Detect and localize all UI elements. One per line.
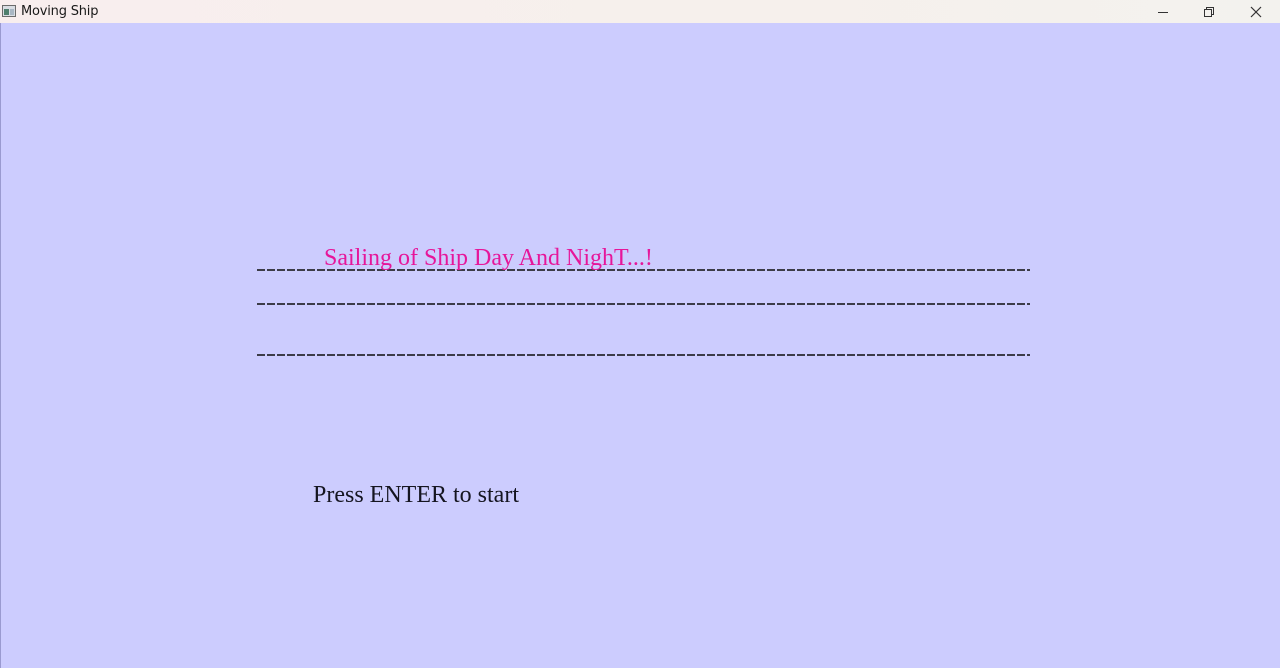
window-title: Moving Ship — [21, 4, 99, 19]
start-prompt: Press ENTER to start — [313, 482, 519, 508]
minimize-button[interactable] — [1140, 0, 1186, 23]
game-canvas[interactable]: Sailing of Ship Day And NighT...! Press … — [0, 23, 1280, 668]
title-bar[interactable]: Moving Ship — [0, 0, 1280, 23]
app-window-icon — [2, 5, 16, 17]
close-icon — [1250, 6, 1262, 17]
app-window: Moving Ship Sailing of Ship Day And Nigh… — [0, 0, 1280, 668]
restore-button[interactable] — [1186, 0, 1232, 23]
game-title: Sailing of Ship Day And NighT...! — [324, 245, 653, 271]
minimize-icon — [1158, 11, 1168, 13]
sea-dashed-line — [257, 354, 1030, 356]
sea-dashed-line — [257, 303, 1030, 305]
close-button[interactable] — [1233, 0, 1279, 23]
restore-icon — [1204, 6, 1214, 17]
